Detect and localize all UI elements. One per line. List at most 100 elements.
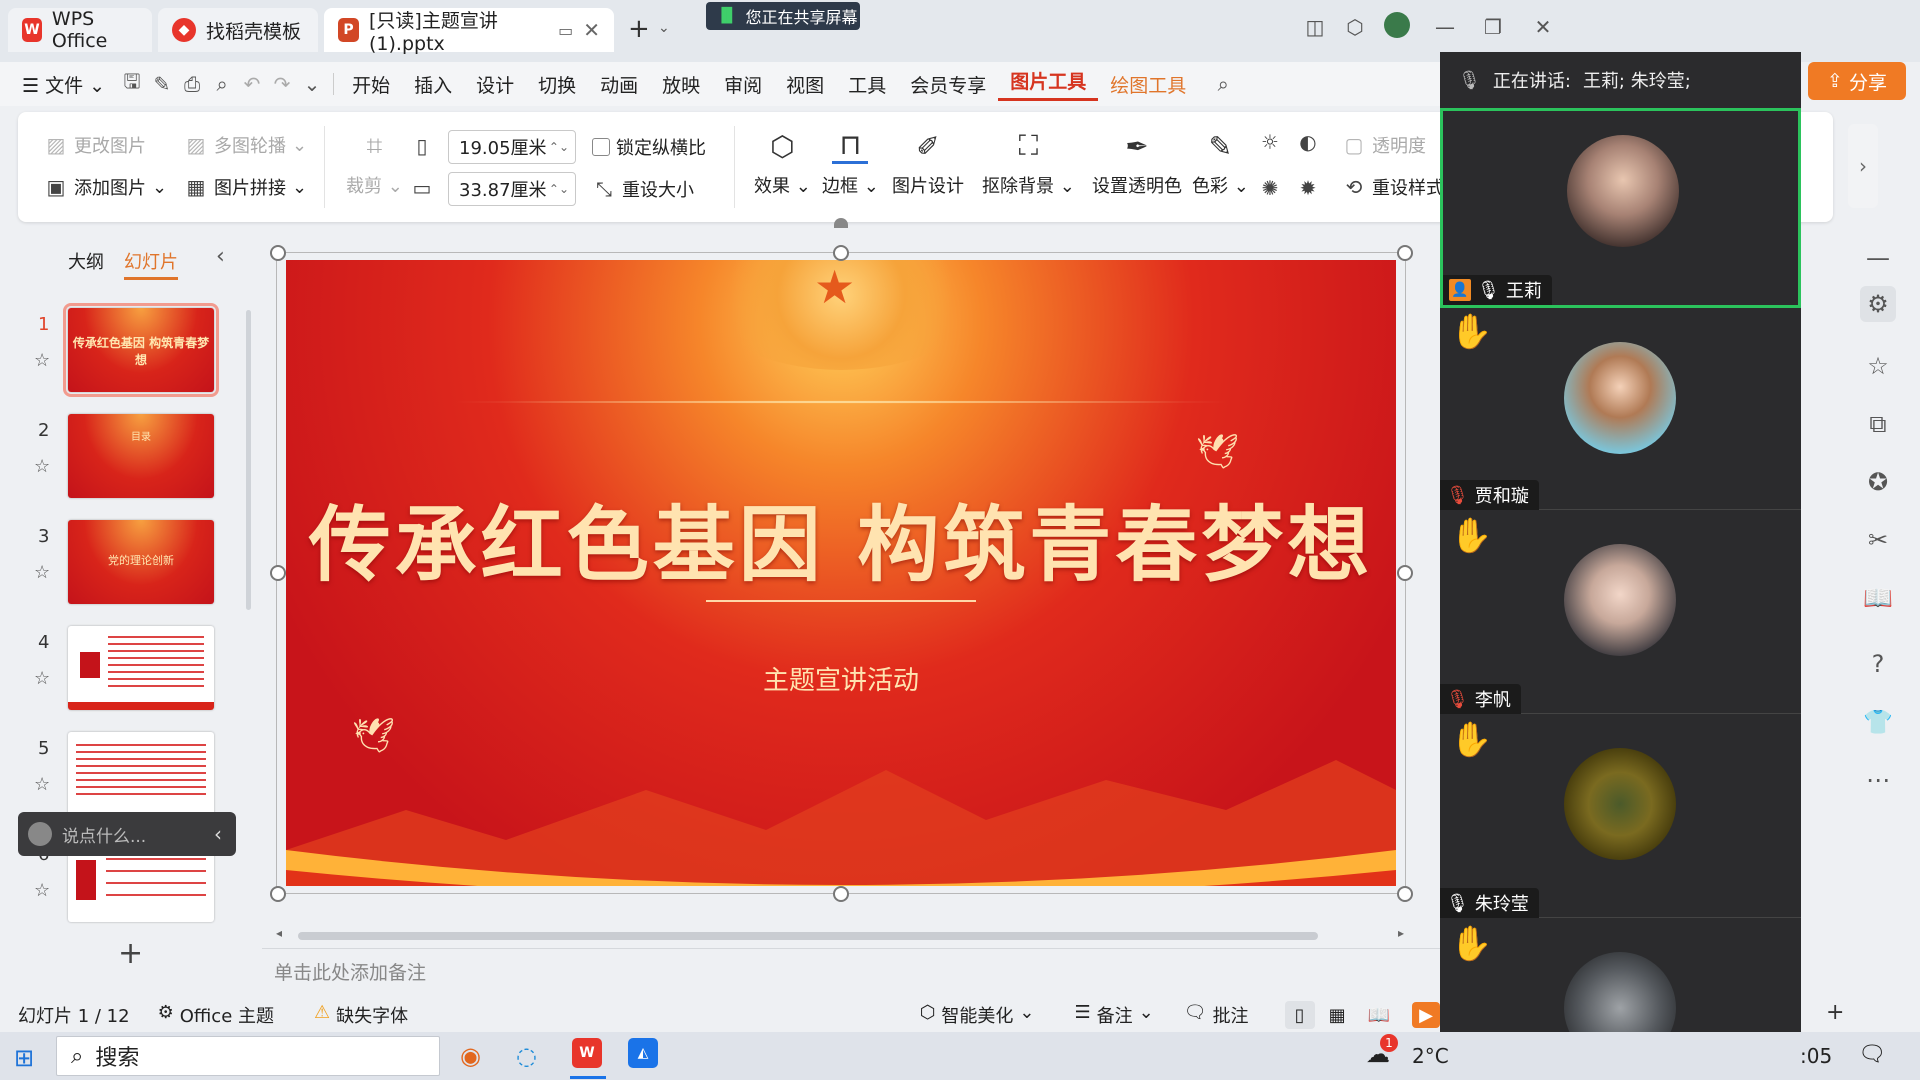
format-painter-icon[interactable]: ✎ (147, 69, 177, 99)
picture-splice-button[interactable]: ▦ 图片拼接 ⌄ (184, 174, 308, 200)
menu-picture-tools[interactable]: 图片工具 (998, 67, 1099, 101)
minus-icon[interactable]: — (1860, 240, 1896, 276)
settings-sliders-icon[interactable]: ⚙ (1860, 286, 1896, 322)
brightness-up-icon[interactable]: ☼ (1258, 130, 1282, 154)
restore-icon[interactable]: ❐ (1478, 12, 1508, 42)
meeting-app-icon[interactable]: ◭ (628, 1038, 658, 1068)
notes-placeholder[interactable]: 单击此处添加备注 (274, 958, 426, 985)
resize-handle[interactable] (1397, 565, 1413, 581)
grid-view-icon[interactable]: ▦ (1329, 1005, 1346, 1026)
print-icon[interactable]: ⎙ (177, 69, 207, 99)
slide-thumb-1[interactable]: 传承红色基因 构筑青春梦想 (63, 303, 219, 397)
menu-view[interactable]: 视图 (774, 71, 836, 98)
firefox-icon[interactable]: ◉ (460, 1042, 481, 1070)
height-input[interactable]: 19.05厘米 ⌃⌄ (448, 130, 576, 164)
chat-input[interactable]: 说点什么... ‹ (18, 812, 236, 856)
screen-icon[interactable]: ▭ (558, 21, 573, 40)
smart-beautify-button[interactable]: ⬡ 智能美化 ⌄ (920, 1002, 1035, 1028)
save-icon[interactable]: 🖫 (117, 69, 147, 99)
reset-style-button[interactable]: ⟲ 重设样式 (1342, 174, 1452, 200)
add-slide-button[interactable]: + (118, 936, 143, 971)
menu-tools[interactable]: 工具 (836, 71, 898, 98)
contrast-down-icon[interactable]: ✹ (1296, 176, 1320, 200)
file-menu[interactable]: ☰ 文件 ⌄ (0, 71, 117, 98)
color-button[interactable]: ✎ 色彩 ⌄ (1192, 128, 1249, 198)
tab-wps-office[interactable]: W WPS Office (8, 8, 152, 52)
resize-handle[interactable] (1397, 886, 1413, 902)
help-icon[interactable]: ? (1860, 646, 1896, 682)
slide-thumb-4[interactable] (68, 626, 214, 710)
menu-animation[interactable]: 动画 (588, 71, 650, 98)
print-preview-icon[interactable]: ⌕ (207, 69, 237, 99)
star-icon[interactable]: ☆ (34, 562, 50, 583)
horizontal-scrollbar[interactable] (298, 932, 1318, 940)
menu-design[interactable]: 设计 (464, 71, 526, 98)
resize-handle[interactable] (270, 565, 286, 581)
multi-carousel-button[interactable]: ▨ 多图轮播 ⌄ (184, 132, 308, 158)
lock-ratio-checkbox[interactable]: 锁定纵横比 (592, 134, 706, 160)
share-button[interactable]: ⇪ 分享 (1808, 62, 1906, 100)
menu-start[interactable]: 开始 (340, 71, 402, 98)
chevron-down-icon[interactable]: ⌄ (658, 20, 670, 36)
star-icon[interactable]: ☆ (34, 456, 50, 477)
menu-transition[interactable]: 切换 (526, 71, 588, 98)
missing-font-button[interactable]: ⚠ 缺失字体 (314, 1002, 408, 1028)
rotate-handle[interactable] (834, 218, 848, 228)
border-button[interactable]: ⊓ 边框 ⌄ (822, 128, 879, 198)
theme-button[interactable]: ⚙ Office 主题 (158, 1002, 274, 1028)
edge-icon[interactable]: ◌ (516, 1042, 537, 1070)
resize-handle[interactable] (1397, 245, 1413, 261)
tab-docer[interactable]: ◆ 找稻壳模板 (158, 8, 318, 52)
cube-icon[interactable]: ⬡ (1340, 12, 1370, 42)
star-icon[interactable]: ☆ (34, 350, 50, 371)
outline-tab[interactable]: 大纲 (68, 248, 104, 274)
close-tab-icon[interactable]: ✕ (583, 18, 600, 42)
crop-button[interactable]: ⌗ 裁剪 ⌄ (346, 128, 403, 198)
add-picture-button[interactable]: ▣ 添加图片 ⌄ (44, 174, 168, 200)
new-tab-button[interactable]: + (628, 14, 650, 44)
scrollbar[interactable] (246, 310, 251, 610)
emoji-icon[interactable] (28, 822, 52, 846)
resize-handle[interactable] (270, 886, 286, 902)
notification-center-icon[interactable]: 🗨 (1858, 1042, 1886, 1067)
star-icon[interactable]: ☆ (34, 880, 50, 901)
menu-review[interactable]: 审阅 (712, 71, 774, 98)
normal-view-icon[interactable]: ▯ (1284, 1001, 1315, 1029)
set-transparent-button[interactable]: ✒ 设置透明色 (1092, 128, 1182, 198)
collapse-chat-icon[interactable]: ‹ (214, 822, 222, 846)
resize-handle[interactable] (833, 886, 849, 902)
menu-drawing-tools[interactable]: 绘图工具 (1098, 71, 1198, 98)
slide-thumb-3[interactable]: 党的理论创新 (68, 520, 214, 604)
user-avatar[interactable] (1384, 12, 1410, 38)
reset-size-button[interactable]: ⤡ 重设大小 (592, 176, 694, 202)
notes-button[interactable]: ☰ 备注 ⌄ (1074, 1002, 1153, 1028)
transparency-button[interactable]: ▢ 透明度 (1342, 132, 1426, 158)
scroll-left-icon[interactable]: ◂ (276, 926, 282, 940)
tools-icon[interactable]: ✂ (1860, 522, 1896, 558)
more-chevron-icon[interactable]: ⌄ (297, 69, 327, 99)
remove-background-button[interactable]: ⛶ 抠除背景 ⌄ (982, 128, 1075, 198)
change-picture-button[interactable]: ▨ 更改图片 (44, 132, 146, 158)
resize-handle[interactable] (270, 245, 286, 261)
play-slideshow-icon[interactable]: ▶ (1412, 1002, 1440, 1028)
slides-tab[interactable]: 幻灯片 (124, 248, 178, 280)
book-icon[interactable]: 📖 (1860, 580, 1896, 616)
reading-view-icon[interactable]: 📖 (1368, 1005, 1390, 1026)
star-icon[interactable]: ☆ (34, 668, 50, 689)
shirt-icon[interactable]: 👕 (1860, 704, 1896, 740)
menu-vip[interactable]: 会员专享 (898, 71, 998, 98)
taskbar-search[interactable]: ⌕ 搜索 (56, 1036, 440, 1076)
slide-thumb-2[interactable]: 目录 (68, 414, 214, 498)
brightness-down-icon[interactable]: ✺ (1258, 176, 1282, 200)
windows-start-icon[interactable]: ⊞ (14, 1044, 34, 1072)
menu-insert[interactable]: 插入 (402, 71, 464, 98)
slide-canvas[interactable]: ★ 传承红色基因 构筑青春梦想 主题宣讲活动 🕊 🕊 (286, 260, 1396, 886)
collapse-panel-icon[interactable]: ‹ (216, 244, 225, 269)
star-icon[interactable]: ☆ (1860, 348, 1896, 384)
comments-button[interactable]: 🗨 批注 (1184, 1002, 1249, 1028)
tab-pptx-file[interactable]: P [只读]主题宣讲(1).pptx ▭ ✕ (324, 8, 614, 55)
participant-tile[interactable]: 👤 🎙 王莉 (1440, 108, 1801, 308)
transition-icon[interactable]: ⧉ (1860, 406, 1896, 442)
close-window-icon[interactable]: ✕ (1528, 12, 1558, 42)
zoom-in-icon[interactable]: + (1826, 1000, 1844, 1025)
